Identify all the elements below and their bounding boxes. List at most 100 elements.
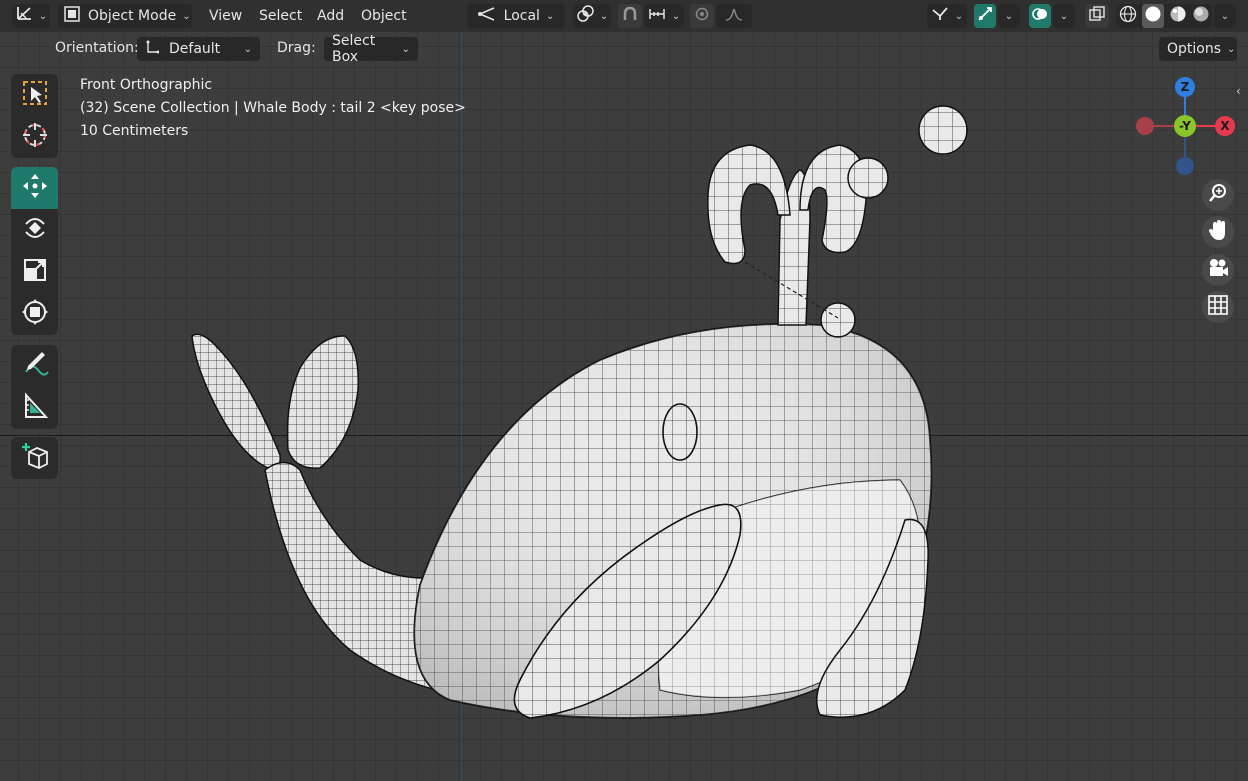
- spout-droplet-small: [847, 157, 889, 199]
- overlays-toggle[interactable]: [1029, 4, 1051, 28]
- collection-info-label: (32) Scene Collection | Whale Body : tai…: [80, 100, 466, 116]
- editor-type-button[interactable]: ⌄: [12, 4, 50, 28]
- move-tool[interactable]: [11, 167, 58, 209]
- chevron-down-icon: ⌄: [671, 10, 681, 22]
- add-cube-icon: [20, 441, 50, 475]
- add-cube-tool[interactable]: [11, 437, 58, 479]
- drag-label: Drag:: [277, 40, 316, 56]
- chevron-down-icon: ⌄: [1227, 43, 1236, 55]
- camera-view-button[interactable]: [1202, 254, 1234, 286]
- xray-icon: [1089, 6, 1105, 26]
- measure-icon: [21, 392, 49, 424]
- scale-info-label: 10 Centimeters: [80, 123, 189, 139]
- view-name-label: Front Orthographic: [80, 77, 213, 93]
- tail-fluke-right: [286, 335, 359, 469]
- magnet-icon: [622, 6, 638, 26]
- scale-tool[interactable]: [11, 251, 58, 293]
- cursor-tool[interactable]: [11, 116, 58, 158]
- scale-icon: [21, 256, 49, 288]
- viewport-header: ⌄ Object Mode ⌄ View Select Add Object L…: [0, 0, 1248, 32]
- object-mode-icon: [64, 6, 80, 26]
- sidebar-toggle-arrow[interactable]: ‹: [1236, 84, 1241, 98]
- proportional-icon: [695, 7, 709, 25]
- mode-dropdown[interactable]: Object Mode ⌄: [58, 4, 192, 28]
- gizmo-toggle[interactable]: [974, 4, 996, 28]
- spout-left-arc: [707, 144, 791, 265]
- chevron-down-icon: ⌄: [545, 10, 555, 22]
- gizmo-neg-z-axis[interactable]: [1176, 157, 1194, 175]
- select-box-tool[interactable]: [11, 74, 58, 116]
- gizmo-icon: [977, 6, 993, 26]
- gizmo-neg-x-axis[interactable]: [1136, 117, 1154, 135]
- whale-model[interactable]: [0, 0, 1248, 781]
- gizmo-x-axis[interactable]: X: [1215, 116, 1235, 136]
- drag-value: Select Box: [332, 33, 376, 65]
- proportional-edit-toggle[interactable]: [690, 4, 714, 28]
- menu-view[interactable]: View: [209, 4, 242, 28]
- gizmo-dropdown[interactable]: ⌄: [998, 4, 1020, 28]
- chevron-down-icon: ⌄: [1059, 10, 1069, 22]
- tail-fluke-left: [191, 333, 281, 469]
- orientation-value: Default: [169, 41, 221, 57]
- falloff-dropdown[interactable]: [716, 4, 752, 28]
- chevron-down-icon: ⌄: [599, 10, 609, 22]
- falloff-curve-icon: [725, 6, 743, 26]
- measure-tool[interactable]: [11, 387, 58, 429]
- chevron-down-icon: ⌄: [38, 10, 48, 22]
- rotate-tool[interactable]: [11, 209, 58, 251]
- drag-dropdown[interactable]: Select Box ⌄: [324, 33, 418, 65]
- visibility-dropdown[interactable]: ⌄: [927, 4, 967, 28]
- pivot-point-dropdown[interactable]: ⌄: [573, 4, 611, 28]
- spout-droplet-base: [820, 302, 856, 338]
- options-label: Options: [1167, 41, 1222, 57]
- pivot-icon: [576, 5, 594, 27]
- whale-eye: [662, 403, 698, 461]
- menu-object[interactable]: Object: [361, 4, 407, 28]
- tool-settings-bar: Orientation: Default ⌄ Drag: Select Box …: [0, 32, 1248, 66]
- chevron-down-icon: ⌄: [182, 10, 191, 22]
- perspective-toggle-button[interactable]: [1202, 291, 1234, 323]
- axes-icon: [15, 5, 33, 27]
- pan-button[interactable]: [1202, 216, 1234, 248]
- hand-icon: [1208, 219, 1228, 245]
- gizmo-neg-y-axis[interactable]: -Y: [1174, 115, 1196, 137]
- visibility-icon: [931, 6, 949, 26]
- menu-add[interactable]: Add: [317, 4, 344, 28]
- chevron-down-icon: ⌄: [954, 10, 964, 22]
- options-dropdown[interactable]: Options ⌄: [1159, 37, 1237, 61]
- chevron-down-icon: ⌄: [1004, 10, 1014, 22]
- spout-droplet-top: [918, 105, 968, 155]
- orientation-icon: [477, 6, 496, 26]
- zoom-button[interactable]: [1202, 179, 1234, 211]
- solid-shading-icon[interactable]: [1141, 4, 1164, 28]
- overlays-dropdown[interactable]: ⌄: [1053, 4, 1075, 28]
- orientation-label: Orientation:: [55, 40, 139, 56]
- shading-dropdown[interactable]: ⌄: [1214, 4, 1236, 28]
- orientation-dropdown[interactable]: Default ⌄: [137, 37, 260, 61]
- overlays-icon: [1032, 6, 1048, 26]
- grid-icon: [1208, 295, 1228, 319]
- mode-label: Object Mode: [88, 8, 177, 24]
- gizmo-z-axis[interactable]: Z: [1175, 77, 1195, 97]
- snap-toggle[interactable]: [618, 4, 642, 28]
- transform-tool[interactable]: [11, 293, 58, 335]
- rendered-shading-icon[interactable]: [1192, 5, 1210, 27]
- transform-orientation-dropdown[interactable]: Local ⌄: [467, 4, 565, 28]
- rotate-icon: [21, 214, 49, 246]
- chevron-down-icon: ⌄: [1220, 10, 1230, 22]
- select-box-icon: [21, 79, 49, 111]
- wireframe-shading-icon[interactable]: [1119, 5, 1137, 27]
- camera-icon: [1207, 258, 1229, 282]
- snap-increment-icon: [648, 6, 666, 26]
- snap-target-dropdown[interactable]: ⌄: [644, 4, 684, 28]
- material-shading-icon[interactable]: [1169, 5, 1187, 27]
- chevron-down-icon: ⌄: [401, 43, 410, 55]
- xray-toggle[interactable]: [1085, 4, 1109, 28]
- move-icon: [21, 172, 49, 204]
- orientation-axes-icon: [145, 39, 160, 59]
- shading-modes: [1116, 4, 1212, 28]
- annotate-tool[interactable]: [11, 345, 58, 387]
- orientation-label: Local: [503, 8, 540, 24]
- menu-select[interactable]: Select: [259, 4, 302, 28]
- 3d-viewport[interactable]: Front Orthographic (32) Scene Collection…: [0, 0, 1248, 781]
